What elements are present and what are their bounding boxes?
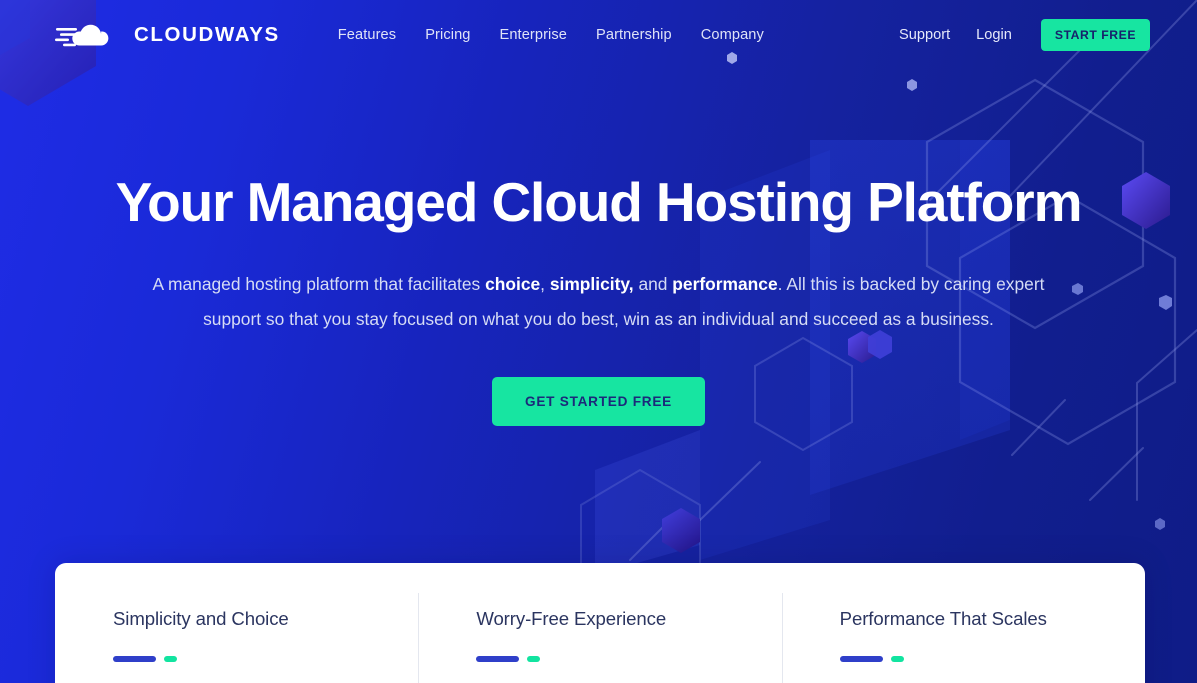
feature-column-simplicity[interactable]: Simplicity and Choice: [55, 563, 418, 683]
nav-item-partnership[interactable]: Partnership: [596, 27, 672, 43]
hero-text-part1: A managed hosting platform that facilita…: [152, 273, 486, 294]
accent-bar-green-icon: [890, 656, 904, 662]
hero-bold-simplicity: simplicity,: [549, 273, 634, 294]
logo-text: CLOUDWAYS: [134, 22, 280, 46]
accent-bar-blue-icon: [476, 656, 520, 662]
nav-item-enterprise[interactable]: Enterprise: [500, 27, 568, 43]
hero-text-part2: ,: [540, 273, 550, 294]
accent-bar: [476, 656, 781, 662]
feature-column-performance[interactable]: Performance That Scales: [781, 563, 1145, 683]
hero-description: A managed hosting platform that facilita…: [149, 267, 1049, 337]
hero-bold-choice: choice: [485, 273, 541, 294]
feature-title-performance: Performance That Scales: [839, 608, 1047, 629]
get-started-free-button[interactable]: GET STARTED FREE: [492, 376, 705, 426]
feature-card: Simplicity and Choice Worry-Free Experie…: [55, 563, 1145, 683]
utility-navigation: Support Login START FREE: [899, 19, 1150, 51]
accent-bar-green-icon: [164, 656, 177, 662]
nav-item-login[interactable]: Login: [976, 27, 1012, 43]
page-title: Your Managed Cloud Hosting Platform: [115, 171, 1083, 233]
nav-item-company[interactable]: Company: [701, 27, 764, 43]
accent-bar: [839, 656, 1145, 662]
feature-title-simplicity: Simplicity and Choice: [113, 608, 289, 629]
nav-item-pricing[interactable]: Pricing: [425, 27, 470, 43]
accent-bar-blue-icon: [113, 656, 156, 662]
start-free-button[interactable]: START FREE: [1040, 19, 1150, 51]
main-navigation: Features Pricing Enterprise Partnership …: [338, 27, 764, 43]
accent-bar-blue-icon: [839, 656, 883, 662]
hero-text-part3: and: [633, 273, 673, 294]
nav-item-features[interactable]: Features: [338, 27, 396, 43]
feature-title-worry-free: Worry-Free Experience: [476, 608, 667, 629]
logo[interactable]: CLOUDWAYS: [55, 18, 280, 52]
page-root: CLOUDWAYS Features Pricing Enterprise Pa…: [0, 0, 1197, 683]
nav-item-support[interactable]: Support: [899, 27, 950, 43]
accent-bar: [113, 656, 418, 662]
accent-bar-green-icon: [527, 656, 541, 662]
feature-column-worry-free[interactable]: Worry-Free Experience: [418, 563, 781, 683]
hero-bold-performance: performance: [672, 273, 778, 294]
site-header: CLOUDWAYS Features Pricing Enterprise Pa…: [0, 0, 1197, 70]
speeding-cloud-icon: [55, 24, 109, 47]
